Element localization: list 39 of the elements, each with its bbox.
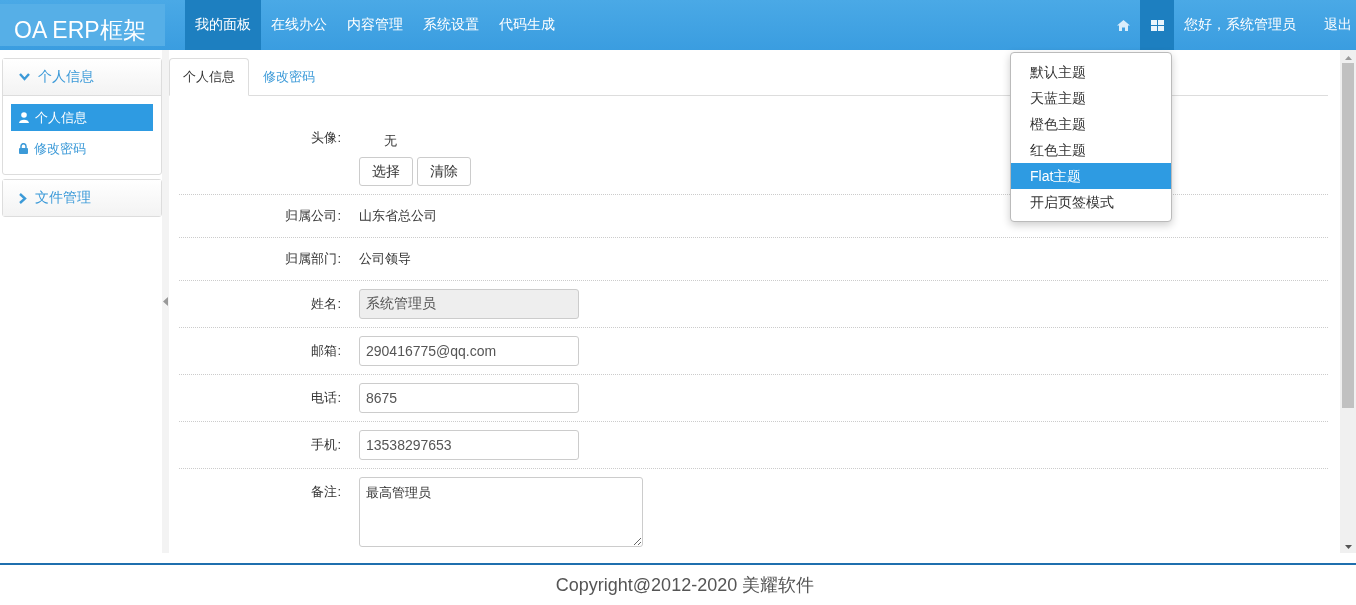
copyright-text: Copyright@2012-2020 美耀软件 (554, 574, 815, 597)
field-label: 邮箱: (310, 342, 342, 360)
field-label: 姓名: (310, 295, 342, 313)
input-field[interactable]: 8675 (359, 383, 579, 413)
action-button[interactable]: 选择 (359, 157, 413, 186)
app-logo: OA ERP框架 (0, 4, 165, 46)
field-label: 备注: (310, 483, 342, 501)
field-label: 头像: (310, 129, 342, 147)
home-icon (1116, 19, 1130, 31)
chevron-right-icon (19, 192, 27, 204)
collapse-arrow-icon[interactable] (163, 297, 168, 306)
user-icon (19, 112, 29, 123)
tab[interactable]: 个人信息 (169, 58, 249, 96)
greeting-text: 您好，系统管理员 (1183, 15, 1297, 34)
field-label: 归属公司: (284, 207, 342, 225)
scroll-thumb[interactable] (1342, 63, 1354, 408)
menu-item[interactable]: 默认主题 (1011, 59, 1171, 85)
field-value: 公司领导 (359, 250, 411, 268)
input-field[interactable]: 290416775@qq.com (359, 336, 579, 366)
avatar-value: 无 (383, 132, 398, 150)
lock-icon (19, 143, 28, 154)
menu-item[interactable]: 开启页签模式 (1011, 189, 1171, 215)
menu-item[interactable]: 橙色主题 (1011, 111, 1171, 137)
scrollbar[interactable] (1340, 50, 1356, 553)
theme-button[interactable] (1140, 0, 1174, 50)
menu-item[interactable]: 天蓝主题 (1011, 85, 1171, 111)
grid-icon (1150, 19, 1164, 31)
field-label: 电话: (310, 389, 342, 407)
nav-tab[interactable]: 我的面板 (185, 0, 261, 50)
field-value: 山东省总公司 (359, 207, 437, 225)
menu-item[interactable]: 红色主题 (1011, 137, 1171, 163)
field-label: 归属部门: (284, 250, 342, 268)
textarea-field[interactable]: 最高管理员 (359, 477, 643, 547)
scroll-up-icon[interactable] (1344, 56, 1352, 60)
input-field[interactable]: 13538297653 (359, 430, 579, 460)
chevron-down-icon (19, 73, 30, 81)
scroll-down-icon[interactable] (1344, 545, 1352, 549)
field-label: 手机: (310, 436, 342, 454)
action-button[interactable]: 清除 (417, 157, 471, 186)
